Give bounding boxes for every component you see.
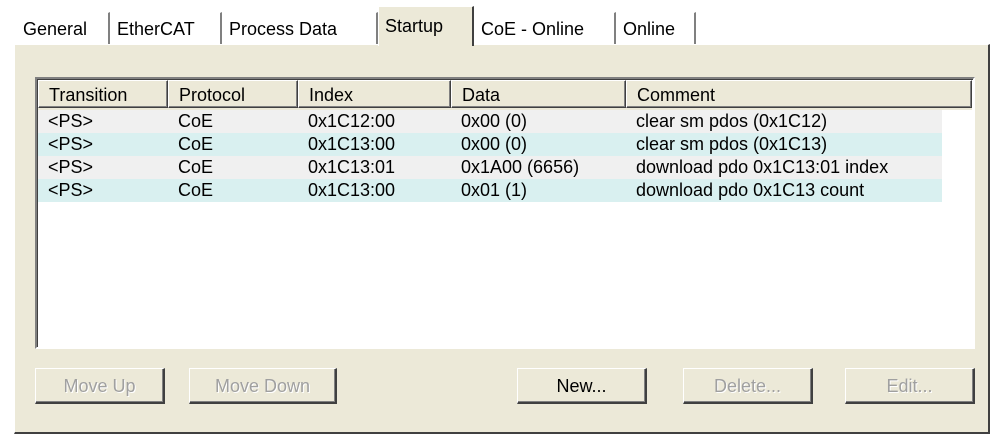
column-header-transition[interactable]: Transition — [38, 80, 168, 108]
cell-data: 0x1A00 (6656) — [461, 157, 580, 177]
cell-transition: <PS> — [48, 180, 94, 200]
cell-comment: clear sm pdos (0x1C13) — [636, 134, 828, 154]
cell-comment: download pdo 0x1C13:01 index — [636, 157, 889, 177]
column-header-data[interactable]: Data — [451, 80, 626, 108]
table-row[interactable]: <PS> CoE 0x1C12:00 0x00 (0) clear sm pdo… — [38, 110, 942, 133]
cell-index: 0x1C13:01 — [308, 157, 396, 177]
tab-startup[interactable]: Startup — [378, 6, 474, 46]
column-header-index[interactable]: Index — [298, 80, 451, 108]
column-header-comment[interactable]: Comment — [626, 80, 972, 108]
cell-index: 0x1C12:00 — [308, 111, 396, 131]
cell-transition: <PS> — [48, 157, 94, 177]
cell-data: 0x00 (0) — [461, 111, 528, 131]
list-header: Transition Protocol Index Data Comment — [38, 80, 972, 110]
cell-index: 0x1C13:00 — [308, 134, 396, 154]
cell-comment: download pdo 0x1C13 count — [636, 180, 865, 200]
cell-index: 0x1C13:00 — [308, 180, 396, 200]
cell-data: 0x00 (0) — [461, 134, 528, 154]
column-header-protocol[interactable]: Protocol — [168, 80, 298, 108]
table-row[interactable]: <PS> CoE 0x1C13:00 0x00 (0) clear sm pdo… — [38, 133, 942, 156]
move-down-button[interactable]: Move Down — [189, 368, 337, 404]
edit-button[interactable]: Edit... — [845, 368, 975, 404]
cell-protocol: CoE — [178, 180, 214, 200]
cell-protocol: CoE — [178, 134, 214, 154]
cell-transition: <PS> — [48, 111, 94, 131]
move-up-button[interactable]: Move Up — [35, 368, 165, 404]
startup-list[interactable]: Transition Protocol Index Data Comment <… — [35, 77, 975, 349]
list-rows: <PS> CoE 0x1C12:00 0x00 (0) clear sm pdo… — [38, 110, 972, 202]
startup-panel: Transition Protocol Index Data Comment <… — [14, 44, 990, 434]
cell-protocol: CoE — [178, 111, 214, 131]
new-button[interactable]: New... — [517, 368, 647, 404]
tab-strip: General EtherCAT Process Data Startup Co… — [16, 6, 986, 46]
table-row[interactable]: <PS> CoE 0x1C13:01 0x1A00 (6656) downloa… — [38, 156, 942, 179]
cell-protocol: CoE — [178, 157, 214, 177]
table-row[interactable]: <PS> CoE 0x1C13:00 0x01 (1) download pdo… — [38, 179, 942, 202]
tab-coe-online[interactable]: CoE - Online — [474, 12, 616, 44]
delete-button[interactable]: Delete... — [683, 368, 813, 404]
tab-general[interactable]: General — [16, 12, 110, 44]
cell-transition: <PS> — [48, 134, 94, 154]
tab-online[interactable]: Online — [616, 12, 696, 44]
tab-ethercat[interactable]: EtherCAT — [110, 12, 222, 44]
tab-process-data[interactable]: Process Data — [222, 12, 378, 44]
cell-comment: clear sm pdos (0x1C12) — [636, 111, 828, 131]
cell-data: 0x01 (1) — [461, 180, 528, 200]
